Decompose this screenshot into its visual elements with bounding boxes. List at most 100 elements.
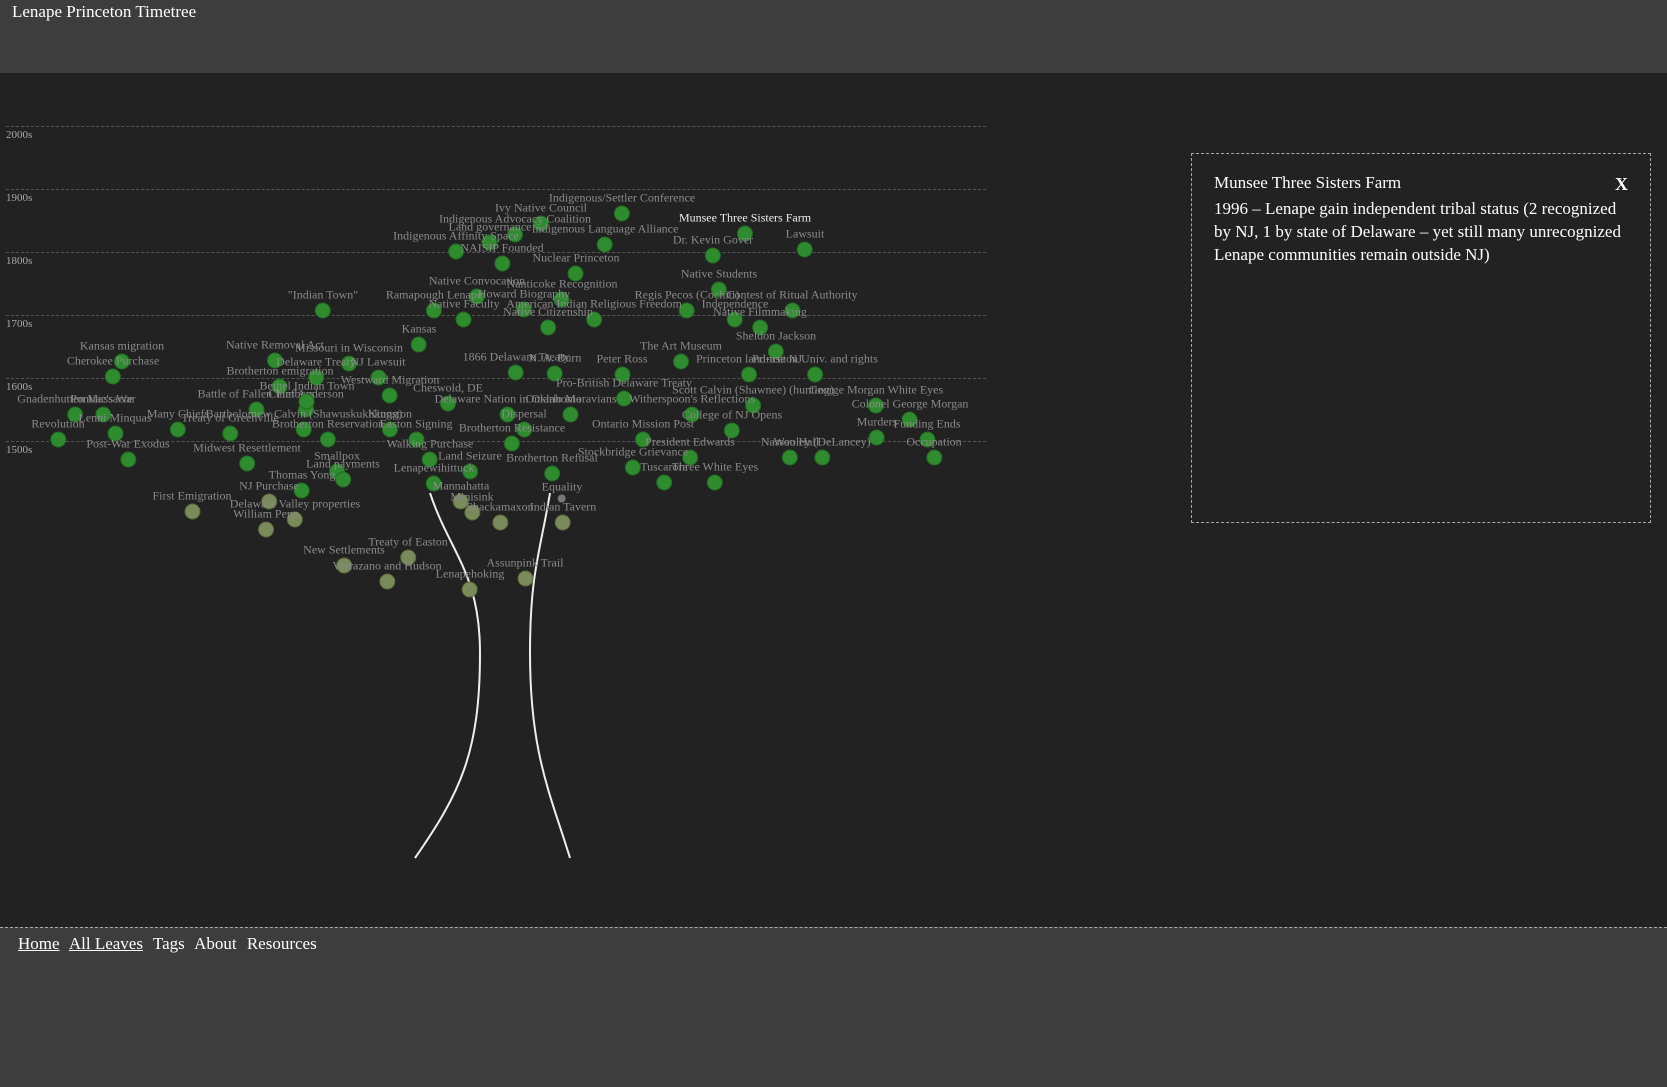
leaf-label: Sheldon Jackson [736,329,816,344]
leaf-dot-icon [320,432,336,448]
leaf-node[interactable]: Brotherton Refusal [506,453,598,482]
leaf-node[interactable]: Cherokee Purchase [67,356,159,385]
leaf-dot-icon [258,522,274,538]
leaf-dot-icon [411,337,427,353]
leaf-node[interactable]: First Emigration [153,491,232,520]
leaf-node[interactable]: Verrazano and Hudson [332,561,441,590]
leaf-label: Funding Ends [893,417,960,432]
leaf-dot-icon [379,574,395,590]
nav-about[interactable]: About [194,934,237,953]
leaf-label: Three White Eyes [672,460,758,475]
leaf-dot-icon [456,312,472,328]
leaf-label: First Emigration [153,489,232,504]
leaf-node[interactable]: Land payments [306,459,380,488]
leaf-node[interactable]: Shackamaxon [466,502,533,531]
leaf-label: Pontiac's War [70,392,135,407]
leaf-node[interactable]: Wooley (DeLancey) [773,437,870,466]
leaf-node[interactable]: Three White Eyes [672,462,758,491]
leaf-node[interactable]: Lenapehoking [436,569,505,598]
leaf-node[interactable]: Occupation [906,437,961,466]
leaf-label: Native Filmmaking [713,305,807,320]
leaf-label: William Penn [233,507,299,522]
leaf-label: Dispersal [501,407,546,422]
leaf-label: NAISIP Founded [460,241,543,256]
leaf-nodes: Indigenous/Settler ConferenceIvy Native … [0,73,1000,593]
leaf-node[interactable]: Dr. Kevin Gover [673,235,753,264]
leaf-label: Indian Tavern [530,500,597,515]
leaf-node[interactable]: Revolution [31,419,84,448]
footer-nav: Home All Leaves Tags About Resources [0,927,1667,1087]
leaf-label: Bethel Indian Town [260,379,355,394]
leaf-label: Murders [857,415,898,430]
leaf-node[interactable]: Brotherton Resistance [459,423,565,452]
leaf-label: Ontario Mission Post [592,417,694,432]
leaf-node[interactable]: Native Citizenship [503,307,593,336]
leaf-label: N. A. Burn [529,351,582,366]
leaf-node[interactable]: Lawsuit [786,229,825,258]
leaf-dot-icon [797,242,813,258]
leaf-dot-icon [494,256,510,272]
leaf-node[interactable]: Kansas [402,324,437,353]
leaf-label: Kansas [402,322,437,337]
leaf-label: Post-War Exodus [86,437,169,452]
leaf-label: Lenni Minquas [79,411,152,426]
leaf-node[interactable]: Indian Tavern [530,502,597,531]
leaf-label: College of NJ Opens [682,408,782,423]
nav-resources[interactable]: Resources [247,934,317,953]
leaf-dot-icon [869,430,885,446]
leaf-dot-icon [656,475,672,491]
leaf-node[interactable]: NAISIP Founded [460,243,543,272]
nav-all-leaves[interactable]: All Leaves [69,934,143,953]
leaf-label: Ontario Moravians [526,392,617,407]
leaf-label: Lawsuit [786,227,825,242]
timetree-canvas[interactable]: 2000s1900s1800s1700s1600s1500s Indigenou… [0,73,1667,926]
leaf-label: Nuclear Princeton [533,251,620,266]
leaf-label: Kansas migration [80,339,164,354]
leaf-dot-icon [504,436,520,452]
leaf-node[interactable]: Indigenous Language Alliance [532,224,679,253]
leaf-dot-icon [540,320,556,336]
leaf-dot-icon [555,515,571,531]
leaf-label: Native Students [681,267,757,282]
leaf-dot-icon [673,354,689,370]
leaf-dot-icon [814,450,830,466]
leaf-dot-icon [239,456,255,472]
leaf-dot-icon [120,452,136,468]
panel-body: 1996 – Lenape gain independent tribal st… [1214,198,1628,267]
leaf-label: George Morgan White Eyes [809,383,943,398]
leaf-dot-icon [926,450,942,466]
leaf-label: Land payments [306,457,380,472]
leaf-node[interactable]: Princeton Univ. and rights [752,354,878,383]
leaf-dot-icon [614,206,630,222]
nav-home[interactable]: Home [18,934,60,953]
leaf-node[interactable]: William Penn [233,509,299,538]
leaf-label: Lenapehoking [436,567,505,582]
leaf-node[interactable]: Bethel Indian Town [260,381,355,410]
leaf-label: NJ Lawsuit [351,355,406,370]
leaf-label: Peter Ross [597,352,648,367]
leaf-node[interactable]: Post-War Exodus [86,439,169,468]
leaf-label: Native Citizenship [503,305,593,320]
leaf-label: Lenapewihittuck [394,461,475,476]
leaf-label: Indigenous Language Alliance [532,222,679,237]
panel-title: Munsee Three Sisters Farm [1214,172,1401,195]
leaf-dot-icon [508,365,524,381]
leaf-label: Cherokee Purchase [67,354,159,369]
leaf-label: Wooley (DeLancey) [773,435,870,450]
leaf-dot-icon [315,303,331,319]
leaf-dot-icon [563,407,579,423]
leaf-label: Shackamaxon [466,500,533,515]
close-icon[interactable]: X [1615,172,1628,196]
leaf-label: Brotherton emigration [227,364,334,379]
leaf-label: Easton Signing [379,417,452,432]
app-title: Lenape Princeton Timetree [12,0,1655,22]
leaf-node[interactable]: Native Faculty [429,299,500,328]
leaf-dot-icon [625,460,641,476]
leaf-node[interactable]: "Indian Town" [288,290,358,319]
leaf-label: New Settlements [303,543,385,558]
leaf-label: Revolution [31,417,84,432]
nav-tags[interactable]: Tags [153,934,185,953]
leaf-label: Dr. Kevin Gover [673,233,753,248]
leaf-dot-icon [50,432,66,448]
leaf-dot-icon [707,475,723,491]
